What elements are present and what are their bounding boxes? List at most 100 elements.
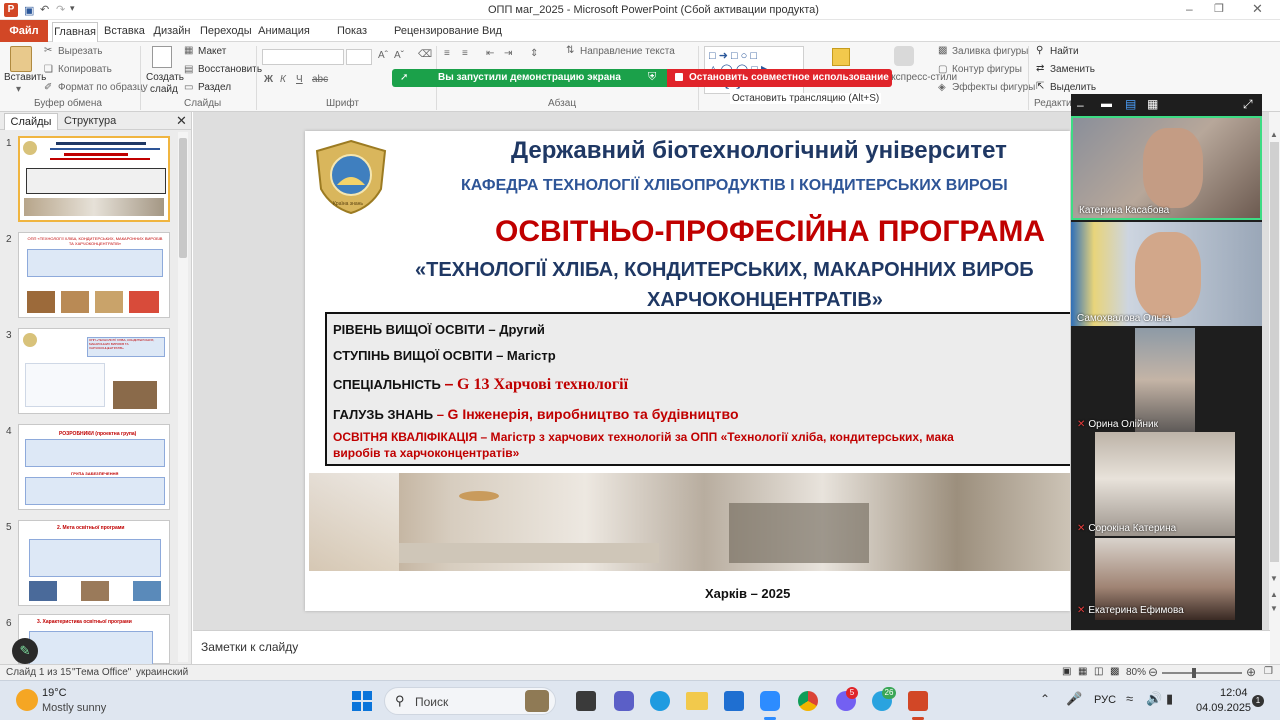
edit-pen-button[interactable]: ✎ <box>12 638 38 664</box>
font-family-select[interactable] <box>262 49 344 65</box>
slide-thumbnail-3[interactable]: ОПП «ТЕХНОЛОГІЇ ХЛІБА, КОНДИТЕРСЬКИХ, МА… <box>18 328 170 414</box>
copy-icon[interactable]: ❏ <box>44 64 53 75</box>
undo-icon[interactable]: ↶ <box>40 3 49 16</box>
clock-time[interactable]: 12:04 <box>1220 687 1248 699</box>
store-icon[interactable] <box>724 691 744 711</box>
shrink-font-icon[interactable]: Aˇ <box>394 50 404 61</box>
scroll-down-icon[interactable]: ▼ <box>1270 574 1278 583</box>
text-direction-button[interactable]: Направление текста <box>580 46 675 57</box>
pin-icon[interactable]: ➚ <box>400 72 408 83</box>
shape-fill-icon[interactable]: ▩ <box>938 45 947 56</box>
shape-outline-button[interactable]: Контур фигуры <box>952 64 1022 75</box>
chevron-up-icon[interactable]: ⌃ <box>1040 692 1050 706</box>
minimize-icon[interactable]: – <box>1186 2 1193 16</box>
panel-scrollbar-thumb[interactable] <box>179 138 187 258</box>
find-button[interactable]: Найти <box>1050 46 1079 57</box>
taskbar-search[interactable]: ⚲ Поиск <box>384 687 556 715</box>
theme-name[interactable]: "Тема Office" <box>72 667 131 678</box>
powerpoint-app-icon[interactable]: P <box>4 3 18 17</box>
tab-slideshow[interactable]: Показ слайдов <box>318 22 386 55</box>
microphone-icon[interactable]: 🎤 <box>1066 691 1082 707</box>
shape-effects-button[interactable]: Эффекты фигуры <box>952 82 1035 93</box>
zoom-out-icon[interactable]: ⊖ <box>1148 665 1158 679</box>
grid-view-icon[interactable]: ▦ <box>1147 97 1158 111</box>
replace-button[interactable]: Заменить <box>1050 64 1095 75</box>
slide-thumbnail-4[interactable]: РОЗРОБНИКИ (проектна група) ГРУПА ЗАБЕЗП… <box>18 424 170 510</box>
volume-icon[interactable]: 🔊 <box>1146 691 1162 707</box>
participant-tile-2[interactable]: Самохвалова Ольга <box>1071 222 1262 326</box>
tab-view[interactable]: Вид <box>480 22 504 42</box>
weather-temperature[interactable]: 19°C <box>42 687 67 699</box>
notes-pane[interactable]: Заметки к слайду <box>193 630 1270 664</box>
fit-slide-icon[interactable]: ❐ <box>1264 666 1273 677</box>
format-painter-button[interactable]: Формат по образцу <box>58 82 148 93</box>
tab-animations[interactable]: Анимация <box>258 22 310 42</box>
tab-insert[interactable]: Вставка <box>104 22 145 42</box>
restore-icon[interactable]: ❐ <box>1214 2 1224 15</box>
bold-icon[interactable]: Ж <box>264 74 273 85</box>
grow-font-icon[interactable]: Aˆ <box>378 50 388 61</box>
indent-increase-icon[interactable]: ⇥ <box>504 48 512 59</box>
cut-icon[interactable]: ✂ <box>44 45 52 56</box>
participant-tile-1[interactable]: Катерина Касабова <box>1071 116 1262 220</box>
section-icon[interactable]: ▭ <box>184 82 193 93</box>
line-spacing-icon[interactable]: ⇕ <box>530 48 538 59</box>
copilot-icon[interactable] <box>614 691 634 711</box>
powerpoint-taskbar-icon[interactable] <box>908 691 928 711</box>
font-size-select[interactable] <box>346 49 372 65</box>
select-icon[interactable]: ⇱ <box>1036 81 1044 92</box>
participant-tile-4[interactable]: ✕ Сорокіна Катерина <box>1071 432 1262 536</box>
notification-badge[interactable]: 1 <box>1252 695 1264 707</box>
slide-thumbnail-5[interactable]: 2. Мета освітньої програми <box>18 520 170 606</box>
slide-sorter-icon[interactable]: ▦ <box>1078 666 1087 677</box>
participant-tile-5[interactable]: ✕ Екатерина Ефимова ⌄ <box>1071 538 1262 642</box>
shape-fill-button[interactable]: Заливка фигуры <box>952 46 1028 57</box>
strip-view-icon[interactable]: ▤ <box>1125 97 1136 111</box>
minimize-video-icon[interactable]: – <box>1077 98 1084 112</box>
copy-button[interactable]: Копировать <box>58 64 112 75</box>
close-icon[interactable]: ✕ <box>1252 1 1263 17</box>
zoom-level[interactable]: 80% <box>1126 667 1146 678</box>
slideshow-view-icon[interactable]: ▩ <box>1110 666 1119 677</box>
slide-scrollbar[interactable]: ▲ ▼ ▲ ▼ <box>1268 112 1280 664</box>
clear-format-icon[interactable]: ⌫ <box>418 49 432 60</box>
new-slide-icon[interactable] <box>152 46 172 68</box>
weather-condition[interactable]: Mostly sunny <box>42 702 106 714</box>
layout-icon[interactable]: ▦ <box>184 45 193 56</box>
normal-view-icon[interactable]: ▣ <box>1062 666 1071 677</box>
stop-sharing-button[interactable]: Остановить совместное использование <box>667 69 892 87</box>
tab-outline-panel[interactable]: Структура <box>64 115 116 127</box>
zoom-slider-thumb[interactable] <box>1192 668 1196 678</box>
zoom-in-icon[interactable]: ⊕ <box>1246 665 1256 679</box>
next-slide-icon[interactable]: ▼ <box>1270 604 1278 613</box>
wifi-icon[interactable]: ≈ <box>1126 691 1133 706</box>
reset-button[interactable]: Восстановить <box>198 64 262 75</box>
quick-styles-icon[interactable] <box>894 46 914 66</box>
weather-sun-icon[interactable] <box>16 689 38 711</box>
save-icon[interactable]: ▣ <box>24 4 34 17</box>
tab-slides-panel[interactable]: Слайды <box>4 113 58 130</box>
file-explorer-icon[interactable] <box>686 692 708 710</box>
scrollbar-thumb[interactable] <box>1270 142 1279 562</box>
format-painter-icon[interactable]: ✐ <box>44 82 52 93</box>
screen-share-status[interactable]: ➚ Вы запустили демонстрацию экрана ⛨ <box>392 69 667 87</box>
edge-icon[interactable] <box>650 691 670 711</box>
start-button[interactable] <box>352 691 372 711</box>
select-button[interactable]: Выделить <box>1050 82 1096 93</box>
slide-thumbnail-1[interactable] <box>18 136 170 222</box>
shape-outline-icon[interactable]: ▢ <box>938 64 947 75</box>
close-panel-icon[interactable]: ✕ <box>176 113 187 129</box>
task-view-icon[interactable] <box>576 691 596 711</box>
find-icon[interactable]: ⚲ <box>1036 45 1043 56</box>
italic-icon[interactable]: К <box>280 74 286 85</box>
speaker-view-icon[interactable]: ▬ <box>1101 98 1112 110</box>
battery-icon[interactable]: ▮ <box>1166 691 1173 707</box>
text-direction-icon[interactable]: ⇅ <box>566 45 574 56</box>
new-slide-button[interactable]: Создать <box>146 72 184 83</box>
input-language[interactable]: РУС <box>1094 694 1116 706</box>
layout-button[interactable]: Макет <box>198 46 226 57</box>
tab-review[interactable]: Рецензирование <box>394 22 479 42</box>
reset-icon[interactable]: ▤ <box>184 64 193 75</box>
clock-date[interactable]: 04.09.2025 <box>1196 702 1251 714</box>
slide-canvas[interactable]: Країна знань Державний біотехнологічний … <box>305 131 1070 611</box>
